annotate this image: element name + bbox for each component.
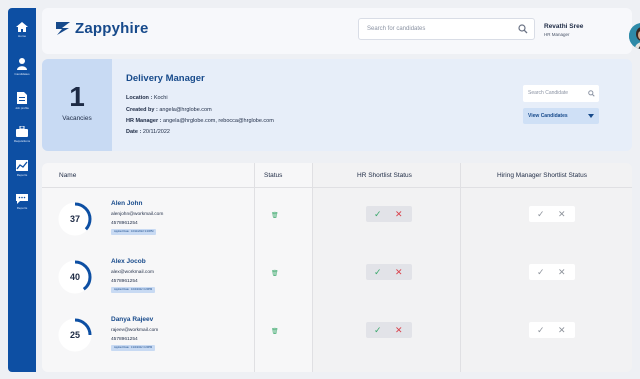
reject-x-icon[interactable]: ✕ xyxy=(558,323,566,337)
candidates-table: Name Status HR Shortlist Status Hiring M… xyxy=(42,163,632,372)
date-value: 20/11/2022 xyxy=(142,129,170,135)
hr-shortlist-actions: ✓ ✕ xyxy=(366,206,412,222)
table-row[interactable]: 37 Alen John alenjohn@workmail.com 45789… xyxy=(42,200,632,255)
user-icon xyxy=(17,58,27,70)
search-icon xyxy=(588,90,595,97)
candidate-email: rajeev@workmail.com xyxy=(111,328,159,333)
avatar-image xyxy=(629,23,640,49)
trash-icon[interactable]: 🗑 xyxy=(271,328,279,335)
hr-manager-label: HR Manager : xyxy=(126,118,162,124)
sidebar-item-label: Requisitions xyxy=(13,139,31,143)
job-hr-manager: HR Manager : angela@hrglobe.com, rebocca… xyxy=(126,118,274,124)
sidebar-item-job-profile[interactable]: Job profile xyxy=(8,92,36,110)
job-summary-card: 1 Vacancies Delivery Manager Location : … xyxy=(42,59,632,151)
candidate-phone: 4578961254 xyxy=(111,279,138,284)
approve-check-icon[interactable]: ✓ xyxy=(537,207,545,221)
candidate-name[interactable]: Danya Rajeev xyxy=(111,316,153,323)
view-candidates-dropdown[interactable]: View Candidates xyxy=(523,108,599,124)
user-role: HR Manager xyxy=(544,32,570,37)
candidate-phone: 4578961254 xyxy=(111,337,138,342)
chat-icon xyxy=(16,194,28,204)
briefcase-icon xyxy=(16,126,28,137)
sidebar-item-requisitions[interactable]: Requisitions xyxy=(8,126,36,143)
score-value: 37 xyxy=(69,214,80,224)
date-label: Date : xyxy=(126,129,142,135)
vacancies-box: 1 Vacancies xyxy=(42,59,112,151)
trash-icon[interactable]: 🗑 xyxy=(271,212,279,219)
sidebar-item-label: Reports xyxy=(16,173,28,177)
applied-date-badge: Applied Date : 16/11/2022 3:20PM xyxy=(111,229,157,235)
applied-date-badge: Applied Date : 16/4/2022 3:20PM xyxy=(111,287,156,293)
created-by-label: Created by : xyxy=(126,107,158,113)
sidebar-item-label: Home xyxy=(17,34,26,38)
column-header-hm-shortlist: Hiring Manager Shortlist Status xyxy=(497,172,587,179)
reject-x-icon[interactable]: ✕ xyxy=(395,207,403,221)
candidate-name[interactable]: Alen John xyxy=(111,200,142,207)
candidate-name[interactable]: Alex Jocob xyxy=(111,258,146,265)
candidate-email: alex@workmail.com xyxy=(111,270,154,275)
chevron-down-icon xyxy=(588,114,594,118)
search-candidate-placeholder: Search Candidate xyxy=(528,90,569,96)
approve-check-icon[interactable]: ✓ xyxy=(374,207,382,221)
sidebar-item-label: Candidates xyxy=(14,72,30,76)
job-location: Location : Kochi xyxy=(126,95,168,101)
score-value: 40 xyxy=(69,272,80,282)
reject-x-icon[interactable]: ✕ xyxy=(558,207,566,221)
home-icon xyxy=(16,22,28,32)
vacancies-count: 1 xyxy=(69,81,85,112)
sidebar-item-messages[interactable]: Reports xyxy=(8,194,36,210)
job-date: Date : 20/11/2022 xyxy=(126,129,170,135)
job-title: Delivery Manager xyxy=(126,73,205,84)
search-icon[interactable] xyxy=(518,24,528,34)
approve-check-icon[interactable]: ✓ xyxy=(374,323,382,337)
hr-shortlist-actions: ✓ ✕ xyxy=(366,322,412,338)
sidebar: Home Candidates Job profile Requisitions… xyxy=(8,8,36,372)
avatar[interactable] xyxy=(629,23,640,49)
hr-shortlist-actions: ✓ ✕ xyxy=(366,264,412,280)
location-value: Kochi xyxy=(153,95,168,101)
candidate-phone: 4578961254 xyxy=(111,221,138,226)
sidebar-item-label: Job profile xyxy=(15,106,29,110)
app-name: Zappyhire xyxy=(75,20,149,37)
top-header: Zappyhire Search for candidates Revathi … xyxy=(42,8,640,54)
header-divider xyxy=(42,187,632,188)
sidebar-item-home[interactable]: Home xyxy=(8,22,36,38)
column-header-status: Status xyxy=(264,172,283,179)
reject-x-icon[interactable]: ✕ xyxy=(395,323,403,337)
approve-check-icon[interactable]: ✓ xyxy=(537,265,545,279)
view-candidates-label: View Candidates xyxy=(528,113,568,119)
vacancies-label: Vacancies xyxy=(62,115,92,122)
hm-shortlist-actions: ✓ ✕ xyxy=(529,322,575,338)
search-candidate-input[interactable]: Search Candidate xyxy=(523,85,599,102)
reject-x-icon[interactable]: ✕ xyxy=(558,265,566,279)
sidebar-item-candidates[interactable]: Candidates xyxy=(8,58,36,76)
trash-icon[interactable]: 🗑 xyxy=(271,270,279,277)
table-row[interactable]: 40 Alex Jocob alex@workmail.com 45789612… xyxy=(42,258,632,313)
location-label: Location : xyxy=(126,95,153,101)
candidate-search-input[interactable]: Search for candidates xyxy=(358,18,535,40)
score-value: 25 xyxy=(69,330,80,340)
zappyhire-logo-icon xyxy=(56,22,70,35)
applied-date-badge: Applied Date : 13/4/2022 3:20PM xyxy=(111,345,156,351)
document-icon xyxy=(17,92,27,104)
column-header-hr-shortlist: HR Shortlist Status xyxy=(357,172,412,179)
hm-shortlist-actions: ✓ ✕ xyxy=(529,206,575,222)
logo[interactable]: Zappyhire xyxy=(56,20,148,37)
hm-shortlist-actions: ✓ ✕ xyxy=(529,264,575,280)
table-row[interactable]: 25 Danya Rajeev rajeev@workmail.com 4578… xyxy=(42,316,632,371)
hr-manager-value: angela@hrglobe.com, rebocca@hrglobe.com xyxy=(162,118,274,124)
user-name: Revathi Sree xyxy=(544,23,584,30)
job-created-by: Created by : angela@hrglobe.com xyxy=(126,107,212,113)
approve-check-icon[interactable]: ✓ xyxy=(537,323,545,337)
approve-check-icon[interactable]: ✓ xyxy=(374,265,382,279)
reject-x-icon[interactable]: ✕ xyxy=(395,265,403,279)
sidebar-item-reports[interactable]: Reports xyxy=(8,160,36,177)
created-by-value: angela@hrglobe.com xyxy=(159,107,212,113)
chart-icon xyxy=(16,160,28,171)
candidate-email: alenjohn@workmail.com xyxy=(111,212,164,217)
sidebar-item-label: Reports xyxy=(16,206,28,210)
column-header-name: Name xyxy=(59,172,77,179)
search-placeholder: Search for candidates xyxy=(367,26,426,32)
